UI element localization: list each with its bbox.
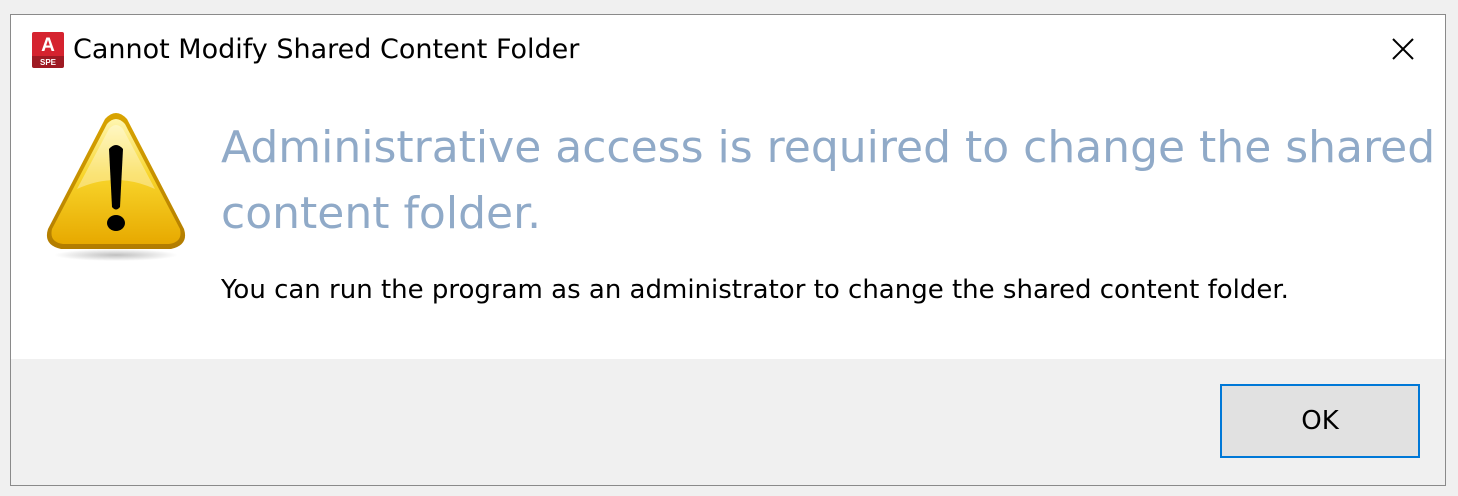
app-icon: A SPE bbox=[32, 32, 64, 68]
svg-text:A: A bbox=[41, 35, 55, 56]
dialog-content: Administrative access is required to cha… bbox=[11, 85, 1445, 359]
dialog-window: A SPE Cannot Modify Shared Content Folde… bbox=[10, 14, 1446, 486]
title-bar[interactable]: A SPE Cannot Modify Shared Content Folde… bbox=[11, 15, 1445, 85]
close-icon bbox=[1392, 38, 1414, 60]
warning-icon bbox=[46, 113, 186, 261]
content-text: You can run the program as an administra… bbox=[221, 275, 1289, 305]
ok-button[interactable]: OK bbox=[1220, 384, 1420, 458]
main-instruction: Administrative access is required to cha… bbox=[221, 122, 1436, 239]
svg-text:SPE: SPE bbox=[40, 58, 57, 67]
window-title: Cannot Modify Shared Content Folder bbox=[73, 34, 580, 65]
close-button[interactable] bbox=[1365, 15, 1441, 83]
button-bar: OK bbox=[11, 359, 1445, 485]
